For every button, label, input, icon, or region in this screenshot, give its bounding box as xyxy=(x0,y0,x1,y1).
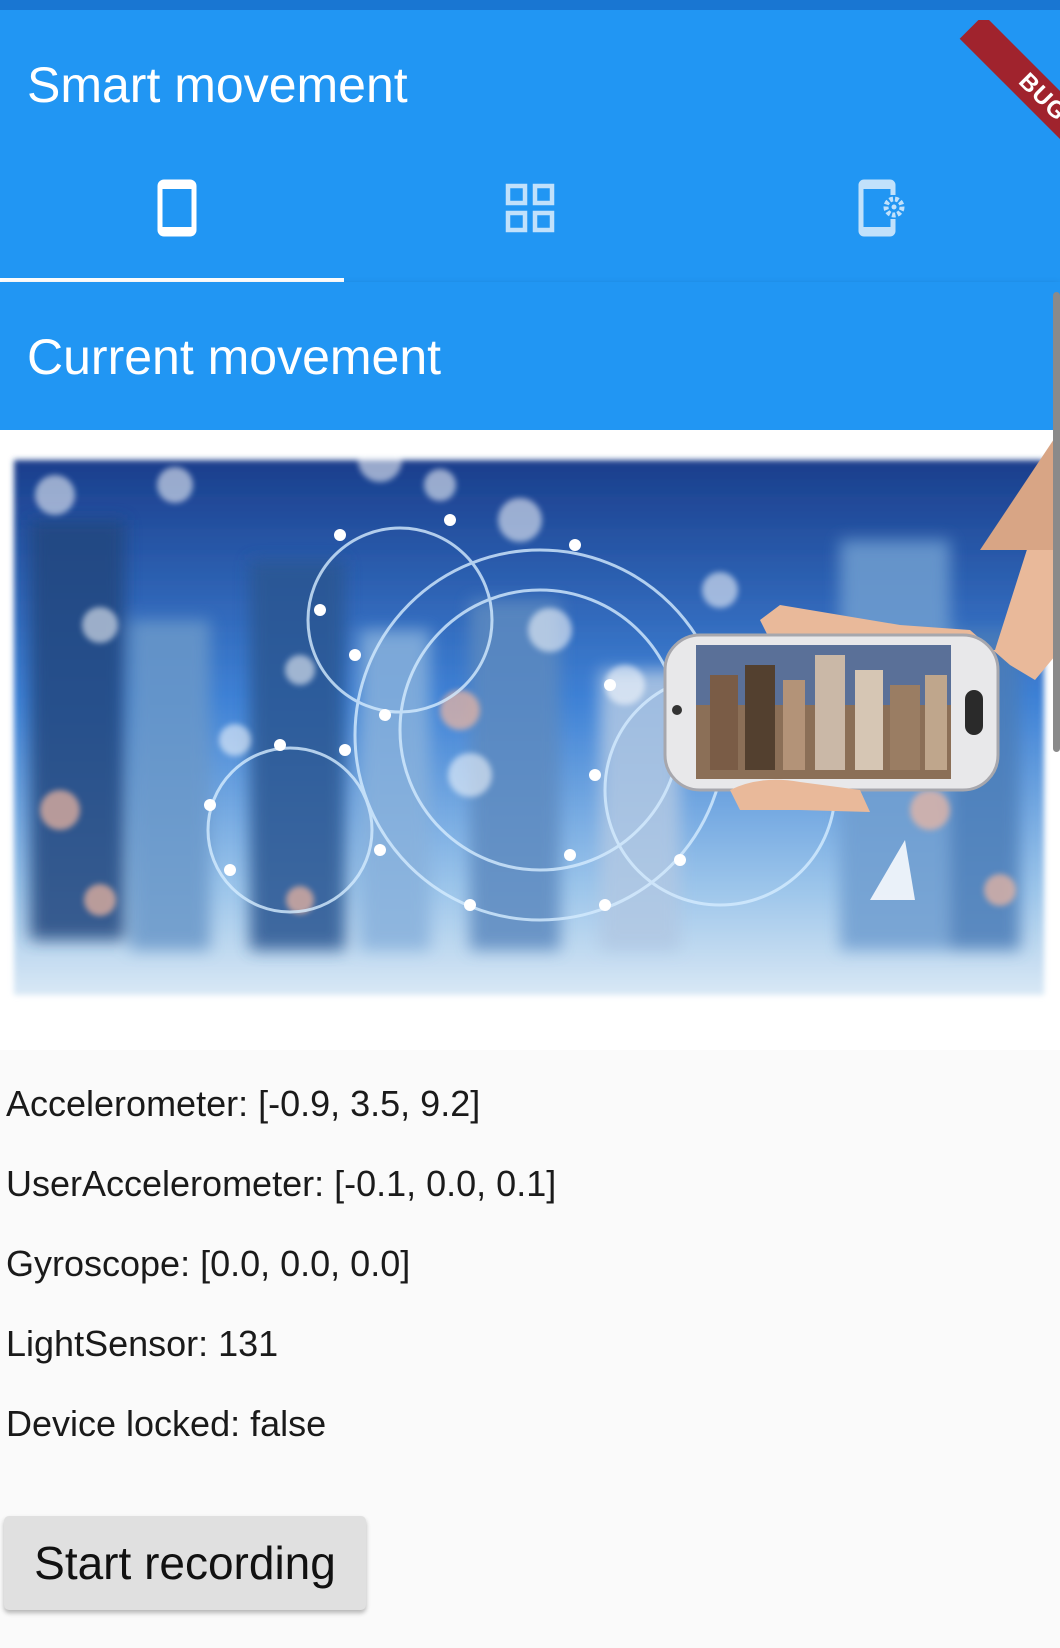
hero-image xyxy=(0,430,1060,1050)
debug-banner-label: BUG xyxy=(959,20,1060,140)
gyroscope-reading: Gyroscope: [0.0, 0.0, 0.0] xyxy=(6,1243,411,1284)
scrollbar[interactable] xyxy=(1053,292,1060,752)
phone-settings-icon xyxy=(856,178,910,238)
app-title: Smart movement xyxy=(27,57,408,113)
start-recording-button[interactable]: Start recording xyxy=(4,1516,366,1610)
tab-device-settings[interactable] xyxy=(707,160,1060,282)
section-header: Current movement xyxy=(0,282,1060,430)
accelerometer-reading: Accelerometer: [-0.9, 3.5, 9.2] xyxy=(6,1083,481,1124)
tab-dashboard[interactable] xyxy=(353,160,706,282)
user-accelerometer-reading: UserAccelerometer: [-0.1, 0.0, 0.1] xyxy=(6,1163,557,1204)
device-locked-reading: Device locked: false xyxy=(6,1403,327,1444)
light-sensor-reading: LightSensor: 131 xyxy=(6,1323,279,1364)
section-title: Current movement xyxy=(27,329,442,385)
tab-device[interactable] xyxy=(0,160,353,282)
phone-icon xyxy=(150,178,204,238)
debug-banner: BUG xyxy=(950,20,1060,140)
grid-icon xyxy=(503,178,557,238)
status-bar xyxy=(0,0,1060,10)
tab-bar xyxy=(0,160,1060,282)
